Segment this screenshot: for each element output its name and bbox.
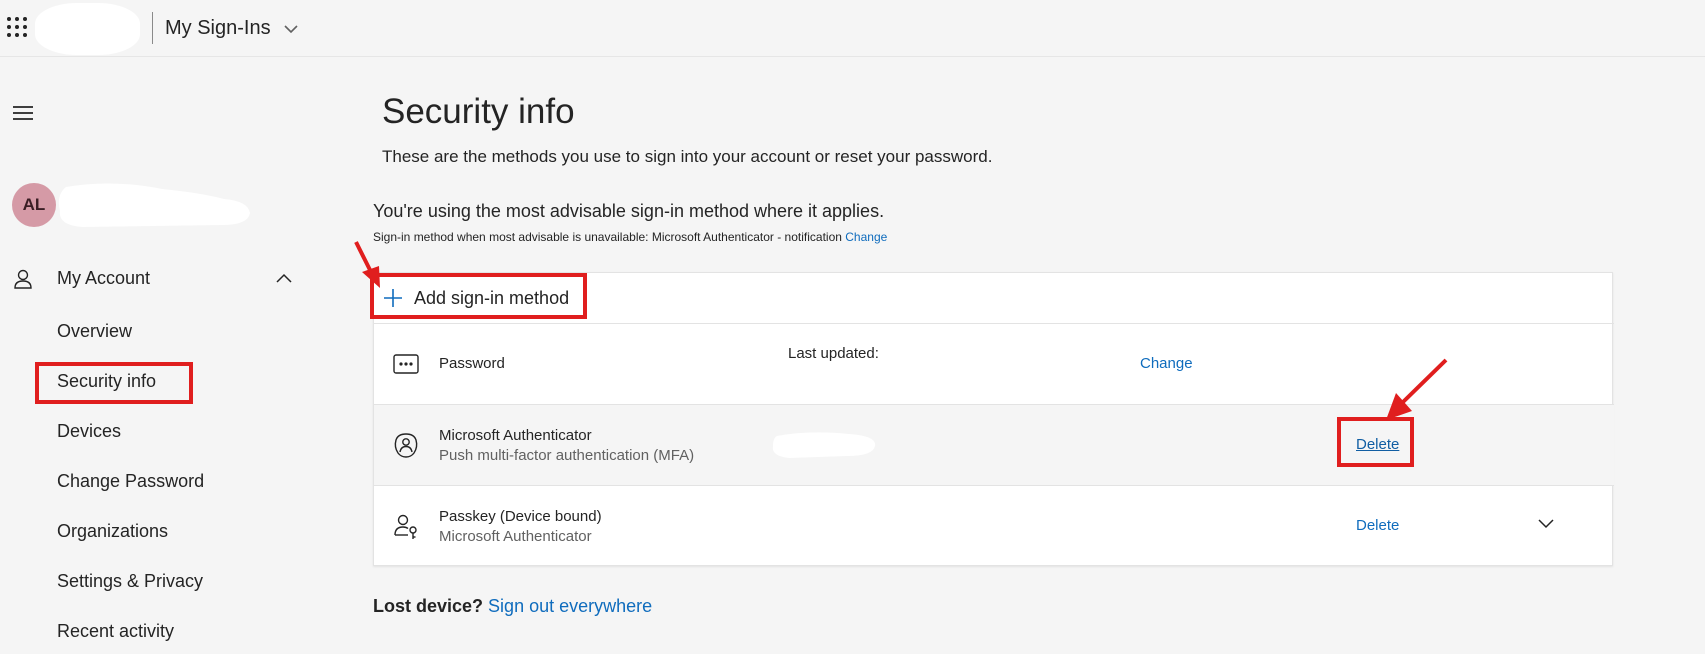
app-launcher-icon[interactable] [7,17,27,37]
person-icon [14,269,32,289]
sidebar-item-settings-privacy[interactable]: Settings & Privacy [57,571,203,592]
delete-passkey-link[interactable]: Delete [1356,517,1399,534]
lost-device-label: Lost device? [373,596,484,616]
sidebar-item-devices[interactable]: Devices [57,421,121,442]
page-title: Security info [382,92,575,131]
last-updated-label: Last updated: [788,345,879,362]
method-name: Microsoft Authenticator [439,427,592,444]
fallback-change-link[interactable]: Change [845,230,887,244]
change-password-link[interactable]: Change [1140,355,1193,372]
app-title[interactable]: My Sign-Ins [165,17,271,40]
fallback-method-text: Sign-in method when most advisable is un… [373,230,887,244]
top-bar: My Sign-Ins [0,0,1705,57]
main-content: Security info These are the methods you … [352,57,1705,654]
chevron-up-icon[interactable] [274,270,294,286]
page-description: These are the methods you use to sign in… [382,147,993,166]
sidebar-item-change-password[interactable]: Change Password [57,471,204,492]
sign-out-everywhere-link[interactable]: Sign out everywhere [488,596,652,616]
sidebar-item-recent-activity[interactable]: Recent activity [57,621,174,642]
method-row-passkey: Passkey (Device bound) Microsoft Authent… [374,486,1614,567]
avatar[interactable]: AL [12,183,56,227]
lost-device-row: Lost device? Sign out everywhere [373,596,652,617]
method-subtitle: Microsoft Authenticator [439,528,592,545]
sidebar: AL My Account Overview Security info Dev… [0,57,352,654]
annotation-arrow [1386,358,1448,420]
annotation-highlight-box [370,273,587,319]
advisable-message: You're using the most advisable sign-in … [373,201,885,221]
chevron-down-icon[interactable] [282,20,300,38]
authenticator-icon [394,433,418,458]
redacted-logo [35,3,140,55]
divider [152,12,153,44]
annotation-arrow [354,241,380,288]
method-name: Passkey (Device bound) [439,508,602,525]
redacted-detail [772,432,876,458]
method-name: Password [439,355,505,372]
annotation-highlight-box [35,362,193,404]
sidebar-section-my-account[interactable]: My Account [12,264,307,294]
chevron-down-icon[interactable] [1537,517,1555,531]
passkey-icon [394,514,417,539]
sidebar-item-organizations[interactable]: Organizations [57,521,168,542]
fallback-method-label: Sign-in method when most advisable is un… [373,230,842,244]
redacted-user-name [58,183,250,227]
password-dots-icon [393,354,419,374]
hamburger-menu-icon[interactable] [12,105,34,121]
sidebar-item-overview[interactable]: Overview [57,321,132,342]
method-subtitle: Push multi-factor authentication (MFA) [439,447,695,464]
sidebar-section-label: My Account [57,268,151,288]
